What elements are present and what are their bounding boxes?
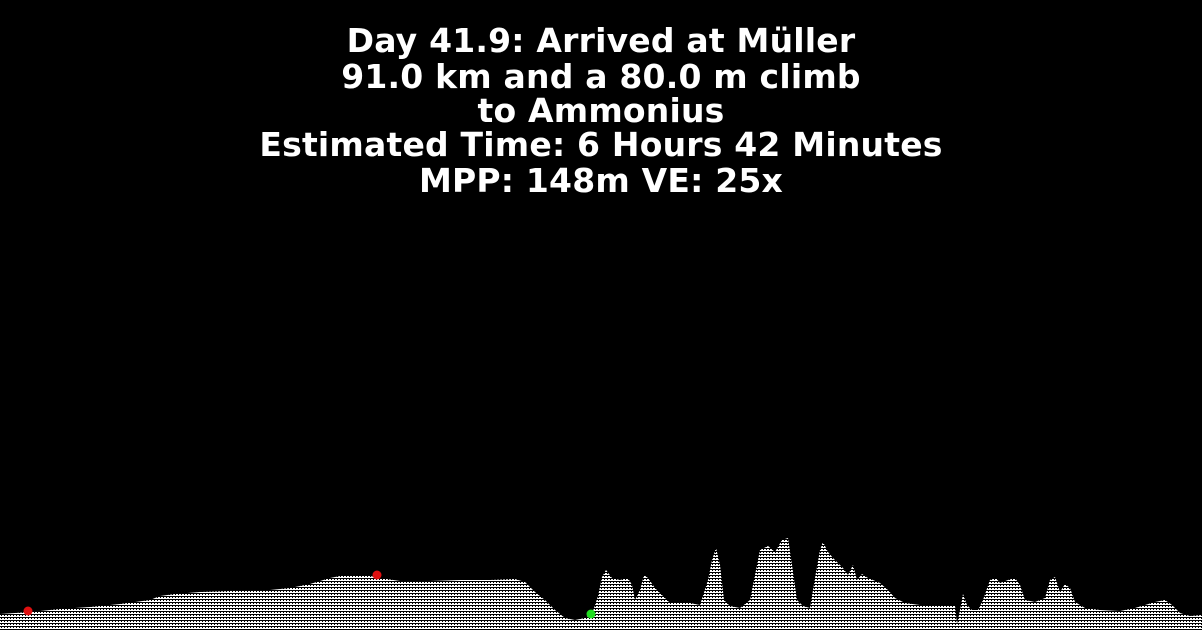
waypoint-red-2 (372, 570, 382, 580)
terrain-silhouette (0, 538, 1202, 630)
current-position-green (586, 609, 596, 619)
elevation-profile (0, 538, 1202, 630)
game-screen: Day 41.9: Arrived at Müller 91.0 km and … (0, 0, 1202, 630)
waypoint-red-1 (23, 606, 33, 616)
